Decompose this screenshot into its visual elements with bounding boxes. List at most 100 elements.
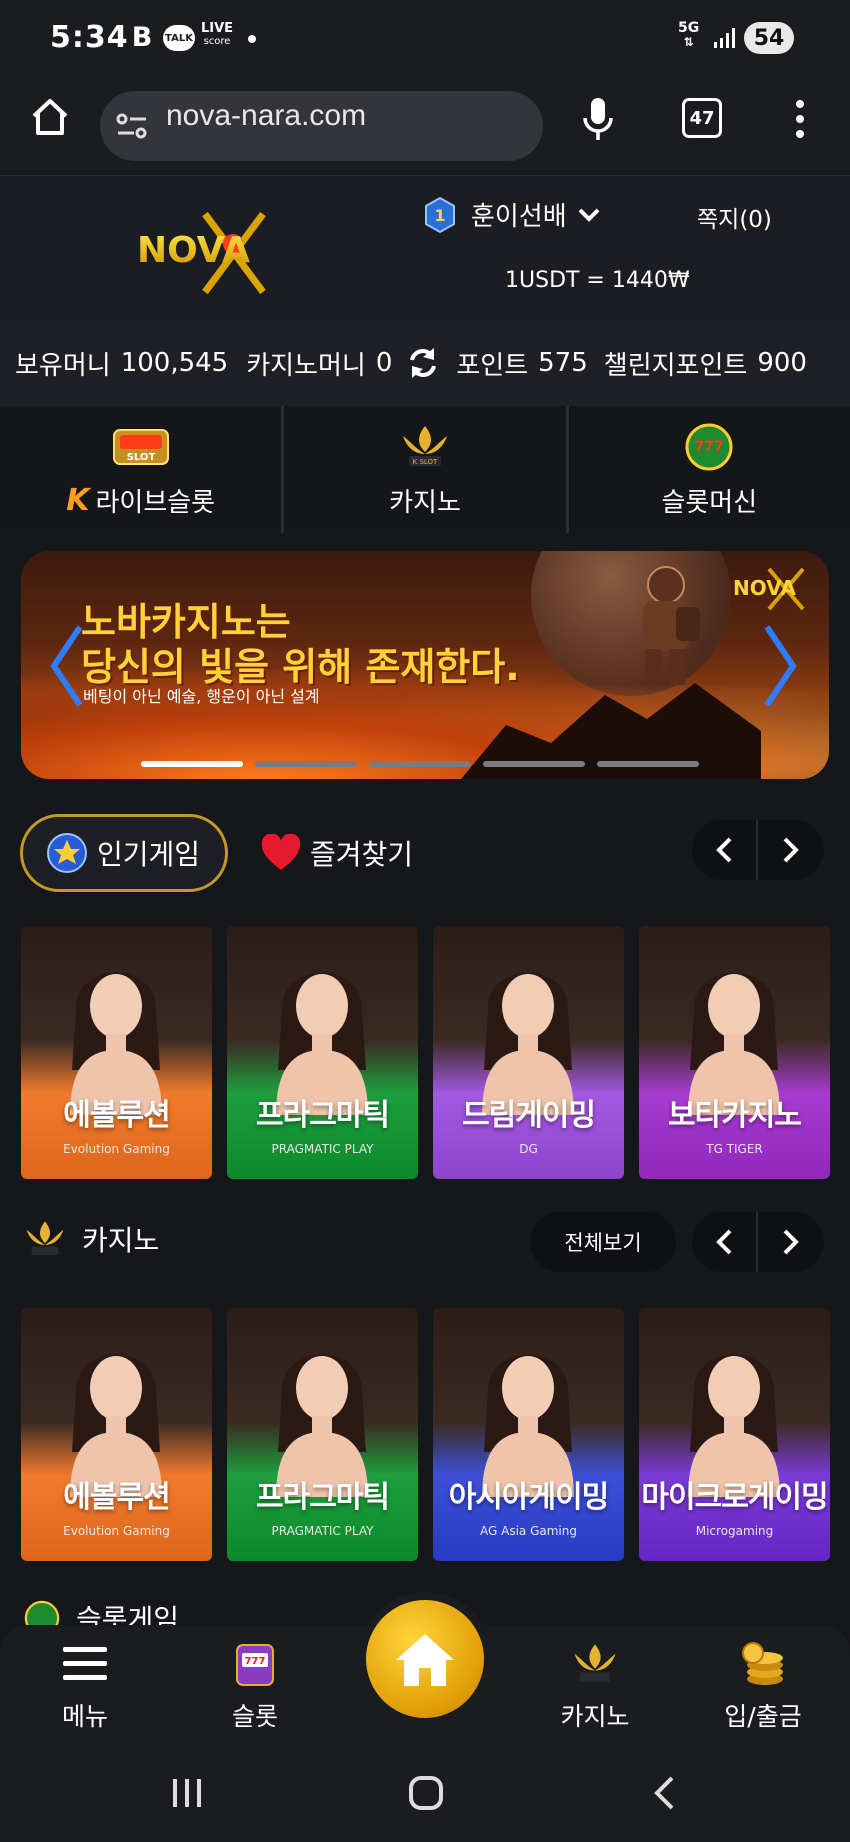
nav-slot[interactable]: 777 슬롯 [200,1639,310,1733]
card-provider: Evolution Gaming [63,1142,170,1156]
svg-text:777: 777 [695,439,724,455]
category-live-slot[interactable]: SLOT K 라이브슬롯 [0,406,285,533]
game-card[interactable]: 에볼루션 Evolution Gaming [21,926,212,1179]
home-icon[interactable] [28,95,72,139]
refresh-icon[interactable] [406,346,440,380]
game-card[interactable]: 에볼루션 Evolution Gaming [21,1308,212,1561]
system-home-icon[interactable] [408,1775,444,1811]
banner-subtitle: 베팅이 아닌 예술, 행운이 아닌 설계 [83,687,320,706]
microphone-icon[interactable] [580,96,616,142]
slot-section-title: 슬롯게임 [76,1603,180,1626]
promo-banner[interactable]: 노바카지노는 당신의 빛을 위해 존재한다. 베팅이 아닌 예술, 행운이 아닌… [21,551,829,779]
points-label: 포인트 [456,350,529,381]
banner-dot[interactable] [597,761,699,767]
livescore-icon: LIVE score [200,20,234,50]
category-casino[interactable]: K SLOT 카지노 [284,406,569,533]
game-card[interactable]: 프라그마틱 PRAGMATIC PLAY [227,926,418,1179]
notification-dot-icon [248,35,256,43]
card-game-name: 마이크로게이밍 [641,1480,828,1515]
card-game-name: 에볼루션 [63,1098,170,1133]
casino-carousel-controls [692,1212,824,1272]
site-header: NOVA 1 훈이선배 쪽지(0) 1USDT = 1440₩ [0,175,850,320]
casino-next-button[interactable] [758,1212,824,1272]
popular-next-button[interactable] [758,820,824,880]
banner-prev-arrow-icon[interactable] [46,621,86,711]
chevron-left-icon [716,837,732,863]
dealer-portrait [688,972,780,1115]
card-game-name: 보타카지노 [668,1098,802,1133]
k-slot-casino-icon [26,1221,64,1255]
nav-deposit-withdraw[interactable]: 입/출금 [708,1639,818,1733]
status-time: 5:34 [50,20,129,55]
popular-carousel-controls [692,820,824,880]
svg-text:SLOT: SLOT [126,452,155,463]
game-card[interactable]: 보타카지노 TG TIGER [639,926,830,1179]
svg-text:K SLOT: K SLOT [413,458,438,466]
game-card[interactable]: 마이크로게이밍 Microgaming [639,1308,830,1561]
banner-logo-text: NOVA [733,576,796,600]
banner-dot[interactable] [255,761,357,767]
card-game-name: 프라그마틱 [256,1098,390,1133]
tab-popular[interactable]: 인기게임 [20,814,228,892]
banner-dot[interactable] [483,761,585,767]
astronaut-illustration [643,566,700,685]
challenge-points-value: 900 [757,348,807,378]
banner-next-arrow-icon[interactable] [761,621,801,711]
recent-apps-icon[interactable] [170,1777,204,1809]
star-icon [47,833,87,873]
nav-casino[interactable]: 카지노 [540,1639,650,1733]
card-game-name: 드림게이밍 [462,1098,596,1133]
status-bar: 5:34 B TALK LIVE score 5G ⇅ 54 [0,0,850,78]
tab-popular-label: 인기게임 [97,838,201,871]
messages-link[interactable]: 쪽지(0) [697,200,772,234]
casino-prev-button[interactable] [692,1212,758,1272]
banner-dot[interactable] [369,761,471,767]
back-icon[interactable] [652,1775,676,1811]
category-nav: SLOT K 라이브슬롯 K SLOT 카지노 777 슬롯머신 [0,406,850,533]
slot-machine-icon: 777 [236,1644,274,1686]
category-slot-machine[interactable]: 777 슬롯머신 [569,406,850,533]
popular-tabs: 인기게임 즐겨찾기 [20,814,830,894]
username[interactable]: 훈이선배 [471,196,567,233]
user-menu[interactable]: 1 훈이선배 [425,196,601,233]
k-slot-casino-icon [574,1644,616,1682]
777-slots-icon [24,1600,60,1626]
popular-prev-button[interactable] [692,820,758,880]
points-value: 575 [538,348,588,378]
dealer-portrait [70,972,162,1115]
banner-dot[interactable] [141,761,243,767]
dealer-portrait [276,1354,368,1497]
url-text[interactable]: nova-nara.com [166,99,366,133]
heart-icon [261,834,301,870]
coins-icon [742,1642,783,1685]
category-label: 카지노 [389,488,461,518]
view-all-button[interactable]: 전체보기 [530,1212,676,1272]
game-card[interactable]: 프라그마틱 PRAGMATIC PLAY [227,1308,418,1561]
card-provider: PRAGMATIC PLAY [271,1524,374,1538]
livescore-score-text: score [203,36,231,47]
nova-logo[interactable]: NOVA [135,204,300,299]
battery-icon: 54 [744,22,794,54]
signal-icon [714,28,735,48]
game-card[interactable]: 드림게이밍 DG [433,926,624,1179]
hamburger-menu-icon [63,1647,107,1680]
card-game-name: 에볼루션 [63,1480,170,1515]
money-value: 100,545 [120,348,229,378]
svg-text:777: 777 [245,1656,266,1667]
challenge-points-label: 챌린지포인트 [603,350,748,381]
nav-menu[interactable]: 메뉴 [30,1639,140,1733]
balance-bar: 보유머니 100,545 카지노머니 0 포인트 575 챌린지포인트 900 [0,320,850,406]
home-button[interactable] [366,1600,484,1718]
chevron-down-icon[interactable] [577,207,601,223]
game-card[interactable]: 아시아게이밍 AG Asia Gaming [433,1308,624,1561]
tab-count-button[interactable]: 47 [682,98,722,138]
data-arrows-icon: ⇅ [683,35,694,49]
site-settings-icon[interactable] [116,111,148,141]
tab-favorites[interactable]: 즐겨찾기 [260,814,413,892]
card-game-name: 아시아게이밍 [448,1480,610,1515]
777-slots-icon: 777 [685,423,733,471]
more-menu-icon[interactable] [790,98,810,140]
casino-money-value: 0 [375,348,393,378]
card-provider: DG [519,1142,538,1156]
live-slot-icon: SLOT [112,429,169,465]
